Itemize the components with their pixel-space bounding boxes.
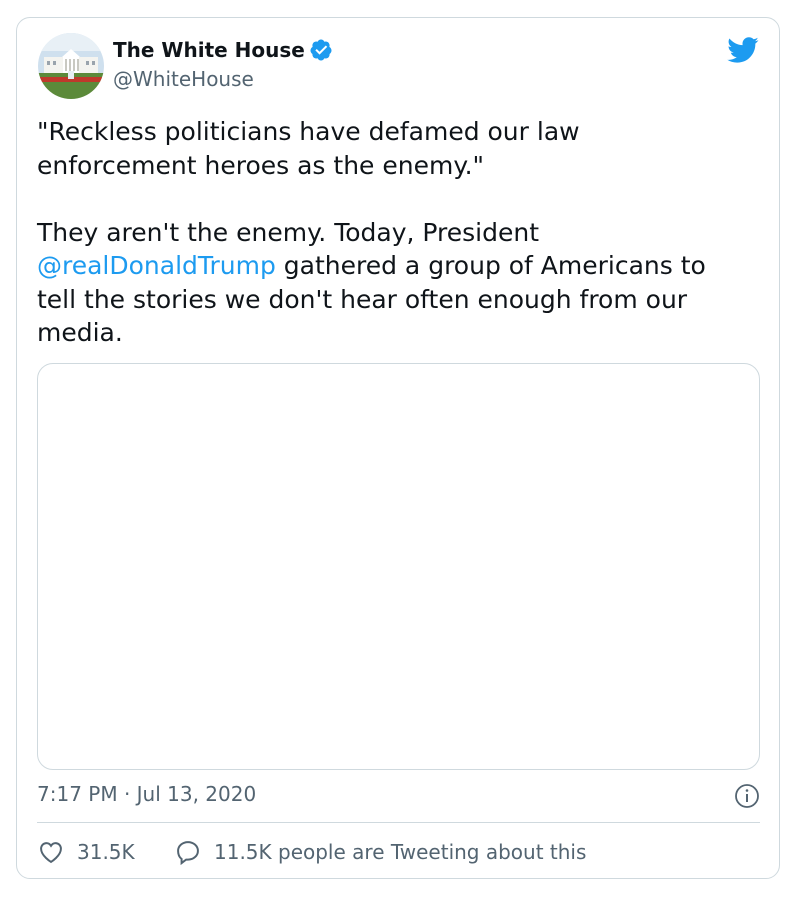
author-handle[interactable]: @WhiteHouse [113, 67, 254, 91]
tweeting-about-link[interactable]: 11.5K people are Tweeting about this [174, 838, 586, 866]
heart-icon [40, 842, 62, 864]
tweeting-about-text: 11.5K people are Tweeting about this [214, 840, 587, 864]
white-house-photo-icon [38, 33, 104, 99]
tweet-text-quote: "Reckless politicians have defamed our l… [37, 117, 580, 180]
mention-link[interactable]: @realDonaldTrump [37, 251, 276, 280]
divider [37, 822, 760, 823]
verified-badge-icon [310, 39, 332, 61]
like-button[interactable]: 31.5K [37, 838, 135, 866]
author-display-name[interactable]: The White House [113, 38, 305, 62]
embedded-media-card[interactable] [37, 363, 760, 770]
author-avatar[interactable] [38, 33, 104, 99]
twitter-bird-icon[interactable] [726, 35, 759, 65]
like-count: 31.5K [77, 840, 135, 864]
tweet-timestamp[interactable]: 7:17 PM · Jul 13, 2020 [37, 782, 256, 806]
tweet-body: "Reckless politicians have defamed our l… [37, 115, 762, 350]
info-icon[interactable] [734, 783, 760, 809]
tweet-text-prefix: They aren't the enemy. Today, President [37, 217, 540, 247]
speech-bubble-icon [177, 841, 199, 866]
author-name-row[interactable]: The White House [113, 38, 333, 62]
